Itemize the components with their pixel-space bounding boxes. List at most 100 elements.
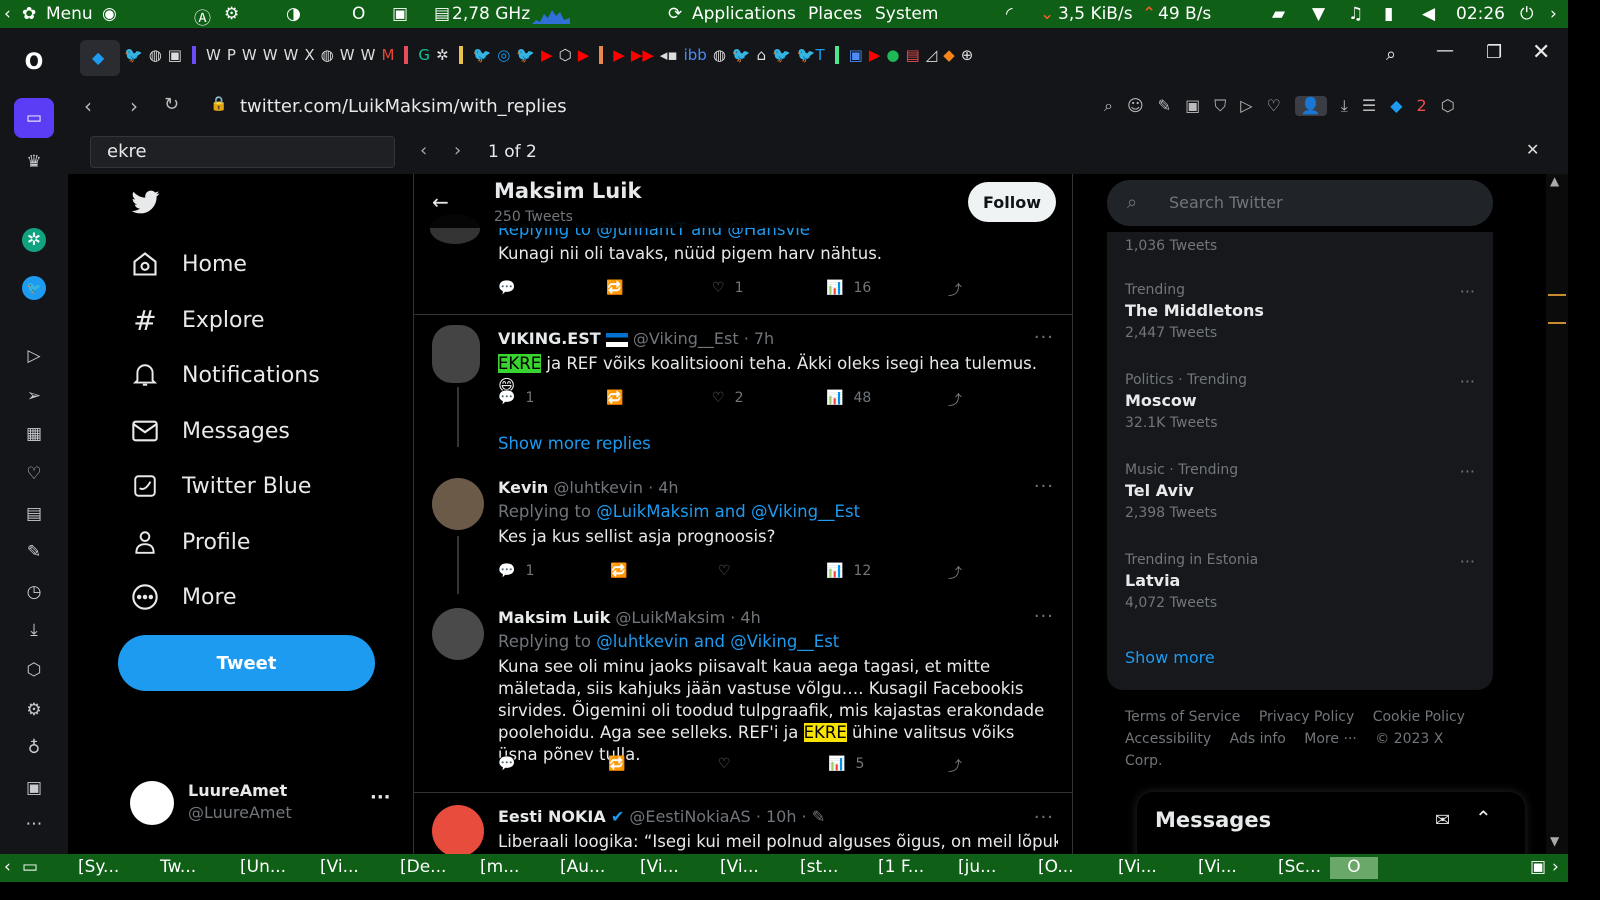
- cube-icon[interactable]: ⬡: [22, 658, 46, 682]
- share-action[interactable]: ⤴: [948, 756, 962, 776]
- taskbar-item[interactable]: [Un...: [240, 857, 286, 877]
- tab-square-icon[interactable]: ▣: [168, 46, 182, 64]
- trend-item[interactable]: Politics · Trending Moscow 32.1K Tweets …: [1125, 372, 1485, 431]
- heart-icon[interactable]: ♡: [1267, 96, 1281, 116]
- trend-item[interactable]: Trending in Estonia Latvia 4,072 Tweets …: [1125, 552, 1485, 611]
- tweet-button[interactable]: Tweet: [118, 635, 375, 691]
- find-close-icon[interactable]: ✕: [1526, 140, 1539, 159]
- taskbar-item[interactable]: [ju...: [958, 857, 996, 877]
- tab-web-icon[interactable]: ◎: [497, 46, 510, 64]
- send-icon[interactable]: ➢: [22, 384, 46, 408]
- emoji-icon[interactable]: ☺: [1127, 96, 1144, 116]
- show-more-replies-label[interactable]: Show more replies: [498, 434, 651, 453]
- more-dots-icon[interactable]: ⋯: [22, 812, 46, 836]
- reply-action[interactable]: 💬: [498, 756, 515, 772]
- terminal-icon[interactable]: ▣: [392, 4, 408, 24]
- views-action[interactable]: 📊 5: [828, 756, 864, 772]
- tab-wiki-icon[interactable]: W: [361, 46, 376, 64]
- tab-x-icon[interactable]: X: [304, 46, 314, 64]
- download-icon[interactable]: ⤓: [1341, 96, 1348, 116]
- volume-icon[interactable]: ◀: [1422, 4, 1435, 24]
- heart-icon[interactable]: ♡: [22, 462, 46, 486]
- nav-notifications[interactable]: Notifications: [130, 355, 320, 395]
- tweet-author[interactable]: Kevin @luhtkevin · 4h: [498, 478, 679, 497]
- lightbulb-icon[interactable]: ♁: [22, 736, 46, 760]
- tab-globe-icon[interactable]: ◍: [149, 46, 162, 64]
- tweet-author[interactable]: Maksim Luik @LuikMaksim · 4h: [498, 608, 761, 627]
- tab-bank-icon[interactable]: ⌂: [757, 46, 767, 64]
- tab-audio-icon[interactable]: ◂▪: [660, 46, 678, 64]
- retweet-action[interactable]: 🔁: [608, 756, 625, 772]
- account-more[interactable]: ···: [370, 787, 391, 808]
- taskbar-item[interactable]: [Sc...: [1278, 857, 1321, 877]
- menu-button[interactable]: Menu: [46, 4, 93, 24]
- tab-twitter-icon[interactable]: 🐦: [473, 46, 492, 64]
- back-icon[interactable]: ‹: [84, 94, 92, 118]
- tab-globe-icon[interactable]: ◍: [321, 46, 334, 64]
- views-action[interactable]: 📊 12: [826, 563, 871, 579]
- tab-wiki-icon[interactable]: W: [263, 46, 278, 64]
- tab-twitter-icon[interactable]: 🐦: [516, 46, 535, 64]
- nav-home[interactable]: Home: [130, 244, 247, 284]
- tab-wiki-icon[interactable]: W: [284, 46, 299, 64]
- more-icon[interactable]: ···: [1034, 807, 1054, 828]
- like-action[interactable]: ♡ 1: [712, 280, 743, 296]
- opera-logo-icon[interactable]: O: [22, 50, 46, 75]
- taskbar-item[interactable]: [O...: [1038, 857, 1074, 877]
- new-tab-plus-icon[interactable]: ⊕: [961, 46, 974, 64]
- footer-link[interactable]: Accessibility: [1125, 731, 1211, 747]
- close-window-icon[interactable]: ✕: [1532, 40, 1550, 65]
- show-more-replies[interactable]: Show more replies: [414, 430, 1072, 468]
- chevron-right-icon[interactable]: ›: [1552, 857, 1559, 877]
- vpn-diamond-icon[interactable]: ◆: [1390, 96, 1402, 116]
- system-menu[interactable]: System: [875, 4, 938, 24]
- tab-wp-icon[interactable]: P: [227, 46, 236, 64]
- footer-link[interactable]: Terms of Service: [1125, 709, 1240, 725]
- taskbar-item[interactable]: Tw...: [160, 857, 196, 877]
- account-switcher[interactable]: LuureAmet @LuureAmet ···: [130, 779, 395, 825]
- more-icon[interactable]: ···: [1034, 327, 1054, 348]
- nav-explore[interactable]: # Explore: [130, 300, 264, 340]
- reply-action[interactable]: 💬 1: [498, 563, 534, 579]
- tab-twitter-icon[interactable]: 🐦: [772, 46, 791, 64]
- trash-icon[interactable]: ▣: [1530, 857, 1546, 877]
- tab-search-icon[interactable]: ⌕: [1386, 44, 1396, 65]
- tweet[interactable]: Maksim Luik @LuikMaksim · 4h ··· Replyin…: [414, 598, 1072, 790]
- tweet-author[interactable]: VIKING.EST @Viking__Est · 7h: [498, 329, 774, 348]
- camera-icon[interactable]: ▣: [1185, 96, 1200, 116]
- footer-link[interactable]: More ···: [1304, 731, 1357, 747]
- expand-icon[interactable]: ⌃: [1475, 806, 1492, 830]
- more-icon[interactable]: ···: [1034, 476, 1054, 497]
- battery-icon[interactable]: ▮: [1384, 4, 1393, 24]
- send-page-icon[interactable]: ▷: [1240, 96, 1252, 116]
- nav-messages[interactable]: Messages: [130, 411, 290, 451]
- tab-chart-icon[interactable]: ◿: [926, 46, 938, 64]
- taskbar-item[interactable]: [Sy...: [78, 857, 119, 877]
- tab-youtube-icon[interactable]: ▶: [613, 46, 625, 64]
- player-icon[interactable]: ▷: [22, 344, 46, 368]
- more-icon[interactable]: ···: [1034, 606, 1054, 627]
- tab-keskus-icon[interactable]: ▣: [849, 46, 863, 64]
- trend-item[interactable]: Music · Trending Tel Aviv 2,398 Tweets ·…: [1125, 462, 1485, 521]
- opera-task-icon[interactable]: O: [1330, 857, 1378, 879]
- messages-drawer[interactable]: Messages ✉ ⌃: [1137, 792, 1525, 854]
- trend-more-icon[interactable]: ···: [1460, 552, 1475, 571]
- tab-wiki-icon[interactable]: W: [242, 46, 257, 64]
- opera-launcher-icon[interactable]: O: [352, 4, 365, 24]
- tweet[interactable]: VIKING.EST @Viking__Est · 7h ··· EKRE ja…: [414, 315, 1072, 449]
- like-action[interactable]: ♡: [718, 756, 731, 772]
- edit-icon[interactable]: ✎: [22, 540, 46, 564]
- trend-more-icon[interactable]: ···: [1460, 372, 1475, 391]
- tab-wiki-icon[interactable]: W: [340, 46, 355, 64]
- nav-profile[interactable]: Profile: [130, 522, 250, 562]
- tab-strip[interactable]: 🐦 ◍ ▣ W P W W W X ◍ W W M G ✲ 🐦 ◎ 🐦 ▶ ⬡ …: [124, 46, 973, 64]
- url-field[interactable]: twitter.com/LuikMaksim/with_replies: [240, 96, 567, 117]
- tor-icon[interactable]: ◑: [286, 4, 301, 24]
- notifications-bell-icon[interactable]: ♫: [1348, 4, 1363, 24]
- menu-logo-icon[interactable]: ✿: [22, 4, 36, 24]
- share-action[interactable]: ⤴: [948, 563, 962, 583]
- restore-icon[interactable]: ❐: [1486, 42, 1502, 63]
- tab-metamask-icon[interactable]: ◆: [943, 46, 955, 64]
- tab-ibb-icon[interactable]: ibb: [684, 46, 707, 64]
- apps-icon[interactable]: ⟳: [668, 4, 682, 24]
